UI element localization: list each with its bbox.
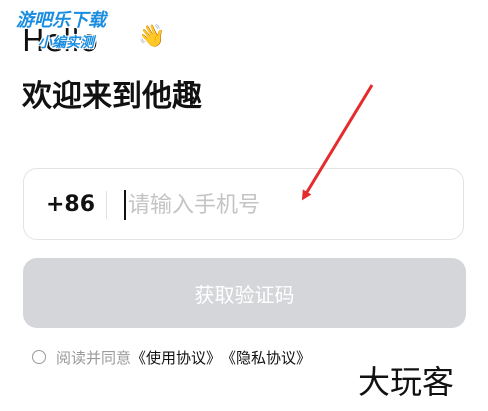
terms-of-use-link[interactable]: 《使用协议》 — [131, 347, 221, 368]
welcome-title: 欢迎来到他趣 — [22, 79, 202, 114]
country-code-selector[interactable]: +86 — [46, 191, 95, 219]
text-caret — [124, 190, 126, 220]
agree-radio[interactable] — [32, 350, 46, 364]
watermark-line-2: 小编实测 — [38, 35, 94, 51]
watermark-logo: 游吧乐下载 小编实测 — [16, 10, 106, 54]
input-divider — [106, 191, 107, 219]
privacy-policy-link[interactable]: 《隐私协议》 — [221, 347, 311, 368]
agreement-row: 阅读并同意 《使用协议》 《隐私协议》 — [32, 346, 311, 368]
waving-hand-icon: 👋 — [138, 24, 166, 49]
get-verification-code-button[interactable]: 获取验证码 — [23, 258, 466, 328]
phone-input-box[interactable]: +86 — [23, 168, 464, 240]
phone-number-input[interactable] — [128, 187, 428, 223]
watermark-bottom-right: 大玩客 — [358, 363, 455, 401]
watermark-line-1: 游吧乐下载 — [16, 10, 106, 31]
agreement-prefix: 阅读并同意 — [56, 348, 132, 367]
